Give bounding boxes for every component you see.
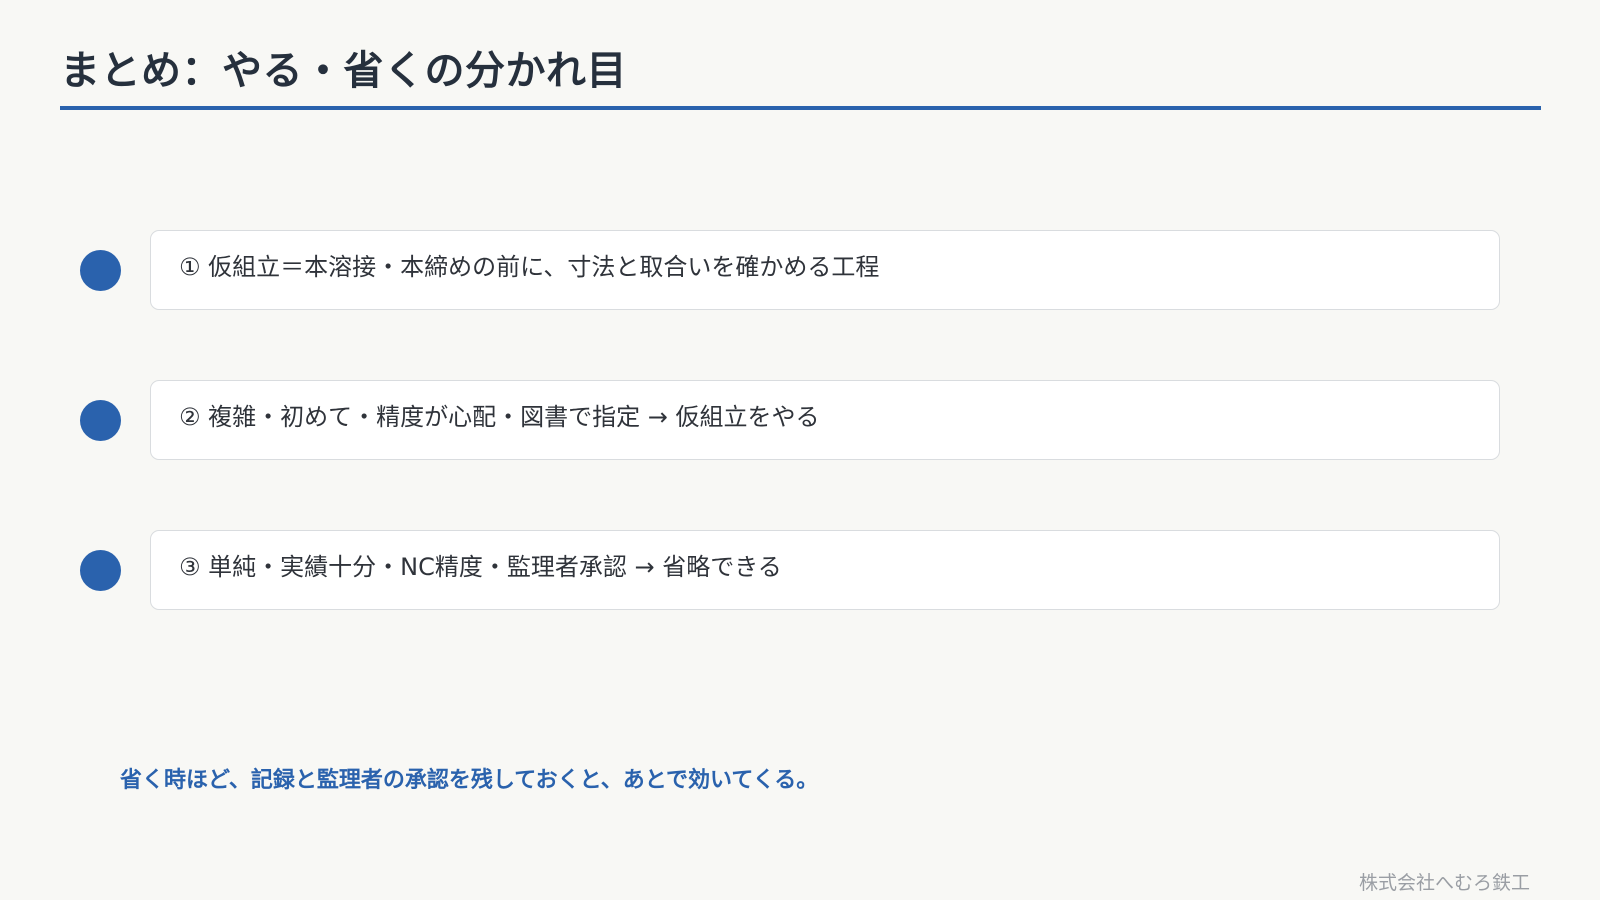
key-message: 省く時ほど、記録と監理者の承認を残しておくと、あとで効いてくる。 xyxy=(120,768,819,793)
title-underline xyxy=(60,106,1541,110)
summary-point: ① 仮組立＝本溶接・本締めの前に、寸法と取合いを確かめる工程 xyxy=(0,230,1600,312)
summary-point: ② 複雑・初めて・精度が心配・図書で指定 → 仮組立をやる xyxy=(0,380,1600,462)
bullet-dot-icon xyxy=(80,250,121,291)
company-name: 株式会社へむろ鉄工 xyxy=(1358,872,1530,894)
bullet-dot-icon xyxy=(80,550,121,591)
summary-point-text: ① 仮組立＝本溶接・本締めの前に、寸法と取合いを確かめる工程 xyxy=(179,253,880,281)
summary-point-text: ③ 単純・実績十分・NC精度・監理者承認 → 省略できる xyxy=(179,553,782,581)
summary-point-card: ③ 単純・実績十分・NC精度・監理者承認 → 省略できる xyxy=(150,530,1500,610)
bullet-dot-icon xyxy=(80,400,121,441)
slide-title: まとめ：やる・省くの分かれ目 xyxy=(60,48,627,94)
summary-point-card: ① 仮組立＝本溶接・本締めの前に、寸法と取合いを確かめる工程 xyxy=(150,230,1500,310)
summary-point-text: ② 複雑・初めて・精度が心配・図書で指定 → 仮組立をやる xyxy=(179,403,820,431)
summary-point: ③ 単純・実績十分・NC精度・監理者承認 → 省略できる xyxy=(0,530,1600,612)
summary-point-card: ② 複雑・初めて・精度が心配・図書で指定 → 仮組立をやる xyxy=(150,380,1500,460)
